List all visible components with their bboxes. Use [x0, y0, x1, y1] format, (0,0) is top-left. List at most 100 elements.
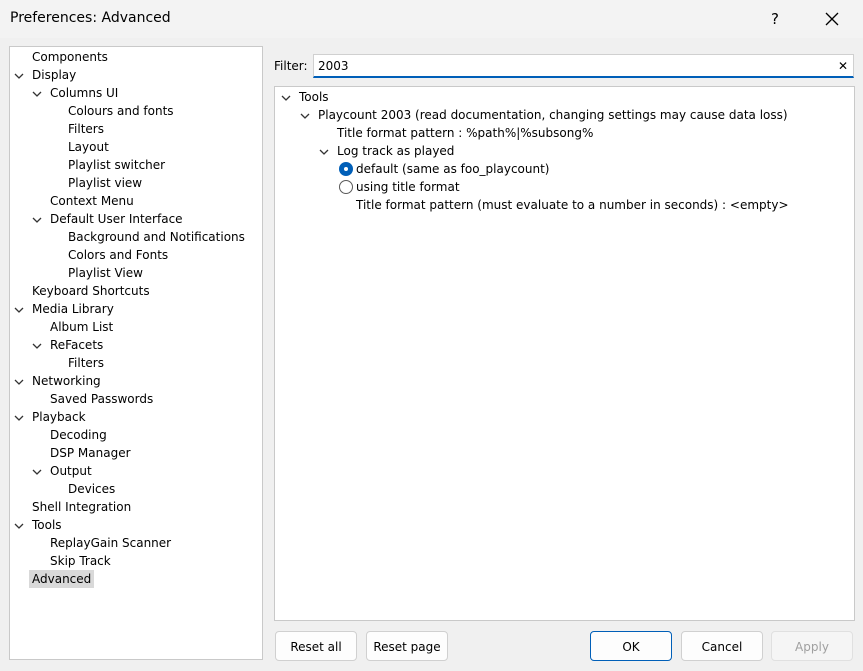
setting-label: Tools — [299, 90, 329, 104]
tree-item[interactable]: Playlist view — [10, 174, 260, 192]
tree-item[interactable]: Background and Notifications — [10, 228, 260, 246]
tree-item[interactable]: Default User Interface — [10, 210, 260, 228]
setting-label: Playcount 2003 (read documentation, chan… — [318, 108, 788, 122]
ok-button[interactable]: OK — [590, 631, 672, 661]
tree-item-label: Devices — [68, 482, 116, 496]
chevron-down-icon[interactable] — [32, 215, 42, 225]
tree-item[interactable]: Columns UI — [10, 84, 260, 102]
tree-item[interactable]: ReplayGain Scanner — [10, 534, 260, 552]
setting-label: Title format pattern (must evaluate to a… — [356, 198, 789, 212]
chevron-down-icon[interactable] — [32, 89, 42, 99]
tree-item-label: Skip Track — [50, 554, 111, 568]
tree-item-label: Layout — [68, 140, 109, 154]
filter-label: Filter: — [274, 59, 308, 73]
tree-item[interactable]: Networking — [10, 372, 260, 390]
tree-item[interactable]: Media Library — [10, 300, 260, 318]
tree-item[interactable]: DSP Manager — [10, 444, 260, 462]
preferences-tree[interactable]: Components Display Columns UI Colours and f… — [9, 46, 263, 660]
tree-item[interactable]: Skip Track — [10, 552, 260, 570]
tree-item[interactable]: Layout — [10, 138, 260, 156]
tree-item-label: Keyboard Shortcuts — [32, 284, 150, 298]
setting-radio[interactable]: using title format — [275, 178, 853, 196]
filter-input[interactable] — [318, 57, 818, 75]
tree-item-label: Colors and Fonts — [68, 248, 169, 262]
tree-item[interactable]: Playlist switcher — [10, 156, 260, 174]
close-icon — [825, 12, 839, 26]
tree-item[interactable]: Playlist View — [10, 264, 260, 282]
tree-item[interactable]: Shell Integration — [10, 498, 260, 516]
tree-item-label: Shell Integration — [32, 500, 132, 514]
tree-item-label: DSP Manager — [50, 446, 131, 460]
tree-item-label: Tools — [32, 518, 62, 532]
chevron-down-icon[interactable] — [281, 93, 291, 103]
setting-label: Log track as played — [337, 144, 455, 158]
tree-item[interactable]: Album List — [10, 318, 260, 336]
tree-item-label: Playback — [32, 410, 86, 424]
title-bar: Preferences: Advanced ? — [0, 0, 863, 38]
tree-item[interactable]: ReFacets — [10, 336, 260, 354]
setting-radio[interactable]: default (same as foo_playcount) — [275, 160, 853, 178]
setting-label: default (same as foo_playcount) — [356, 162, 550, 176]
tree-item[interactable]: Display — [10, 66, 260, 84]
tree-item[interactable]: Devices — [10, 480, 260, 498]
chevron-down-icon[interactable] — [14, 521, 24, 531]
tree-item-label: Playlist View — [68, 266, 143, 280]
chevron-down-icon[interactable] — [14, 71, 24, 81]
tree-item-label: Columns UI — [50, 86, 119, 100]
chevron-down-icon[interactable] — [319, 147, 329, 157]
window-title: Preferences: Advanced — [10, 10, 171, 26]
tree-item-label: Playlist switcher — [68, 158, 166, 172]
tree-item[interactable]: Tools — [10, 516, 260, 534]
clear-filter-icon[interactable]: ✕ — [836, 59, 850, 73]
help-icon: ? — [771, 10, 779, 28]
tree-item-label: Display — [32, 68, 77, 82]
filter-field[interactable]: ✕ — [313, 54, 854, 78]
tree-item[interactable]: Colors and Fonts — [10, 246, 260, 264]
tree-item[interactable]: Advanced — [10, 570, 260, 588]
reset-all-button[interactable]: Reset all — [275, 631, 357, 661]
tree-item[interactable]: Saved Passwords — [10, 390, 260, 408]
tree-item-label: Output — [50, 464, 92, 478]
radio-checked-icon[interactable] — [339, 162, 353, 176]
advanced-settings-tree[interactable]: Tools Playcount 2003 (read documentation,… — [274, 86, 855, 621]
tree-item-label: Filters — [68, 122, 104, 136]
tree-item-label: Decoding — [50, 428, 107, 442]
tree-item-label: Colours and fonts — [68, 104, 174, 118]
tree-item-label: ReplayGain Scanner — [50, 536, 172, 550]
tree-item-label: Networking — [32, 374, 101, 388]
tree-item-label: ReFacets — [50, 338, 104, 352]
tree-item[interactable]: Components — [10, 48, 260, 66]
tree-item-label: Playlist view — [68, 176, 143, 190]
cancel-button[interactable]: Cancel — [681, 631, 763, 661]
chevron-down-icon[interactable] — [14, 413, 24, 423]
setting-node[interactable]: Log track as played — [275, 142, 853, 160]
tree-item-label: Media Library — [32, 302, 114, 316]
setting-label: using title format — [356, 180, 460, 194]
tree-item[interactable]: Filters — [10, 120, 260, 138]
chevron-down-icon[interactable] — [32, 467, 42, 477]
tree-item-label: Album List — [50, 320, 114, 334]
preferences-dialog: Preferences: Advanced ? Components Displa… — [0, 0, 863, 671]
chevron-down-icon[interactable] — [32, 341, 42, 351]
close-button[interactable] — [815, 4, 849, 34]
tree-item[interactable]: Decoding — [10, 426, 260, 444]
radio-unchecked-icon[interactable] — [339, 180, 353, 194]
tree-item-label: Context Menu — [50, 194, 134, 208]
tree-item-label: Advanced — [29, 570, 95, 588]
tree-item[interactable]: Keyboard Shortcuts — [10, 282, 260, 300]
tree-item[interactable]: Filters — [10, 354, 260, 372]
tree-item[interactable]: Context Menu — [10, 192, 260, 210]
apply-button[interactable]: Apply — [771, 631, 853, 661]
chevron-down-icon[interactable] — [300, 111, 310, 121]
tree-item[interactable]: Output — [10, 462, 260, 480]
tree-item[interactable]: Colours and fonts — [10, 102, 260, 120]
setting-node[interactable]: Playcount 2003 (read documentation, chan… — [275, 106, 853, 124]
setting-node[interactable]: Tools — [275, 88, 853, 106]
reset-page-button[interactable]: Reset page — [366, 631, 448, 661]
tree-item-label: Components — [32, 50, 108, 64]
help-button[interactable]: ? — [760, 4, 790, 34]
tree-item-label: Default User Interface — [50, 212, 183, 226]
chevron-down-icon[interactable] — [14, 305, 24, 315]
tree-item[interactable]: Playback — [10, 408, 260, 426]
chevron-down-icon[interactable] — [14, 377, 24, 387]
